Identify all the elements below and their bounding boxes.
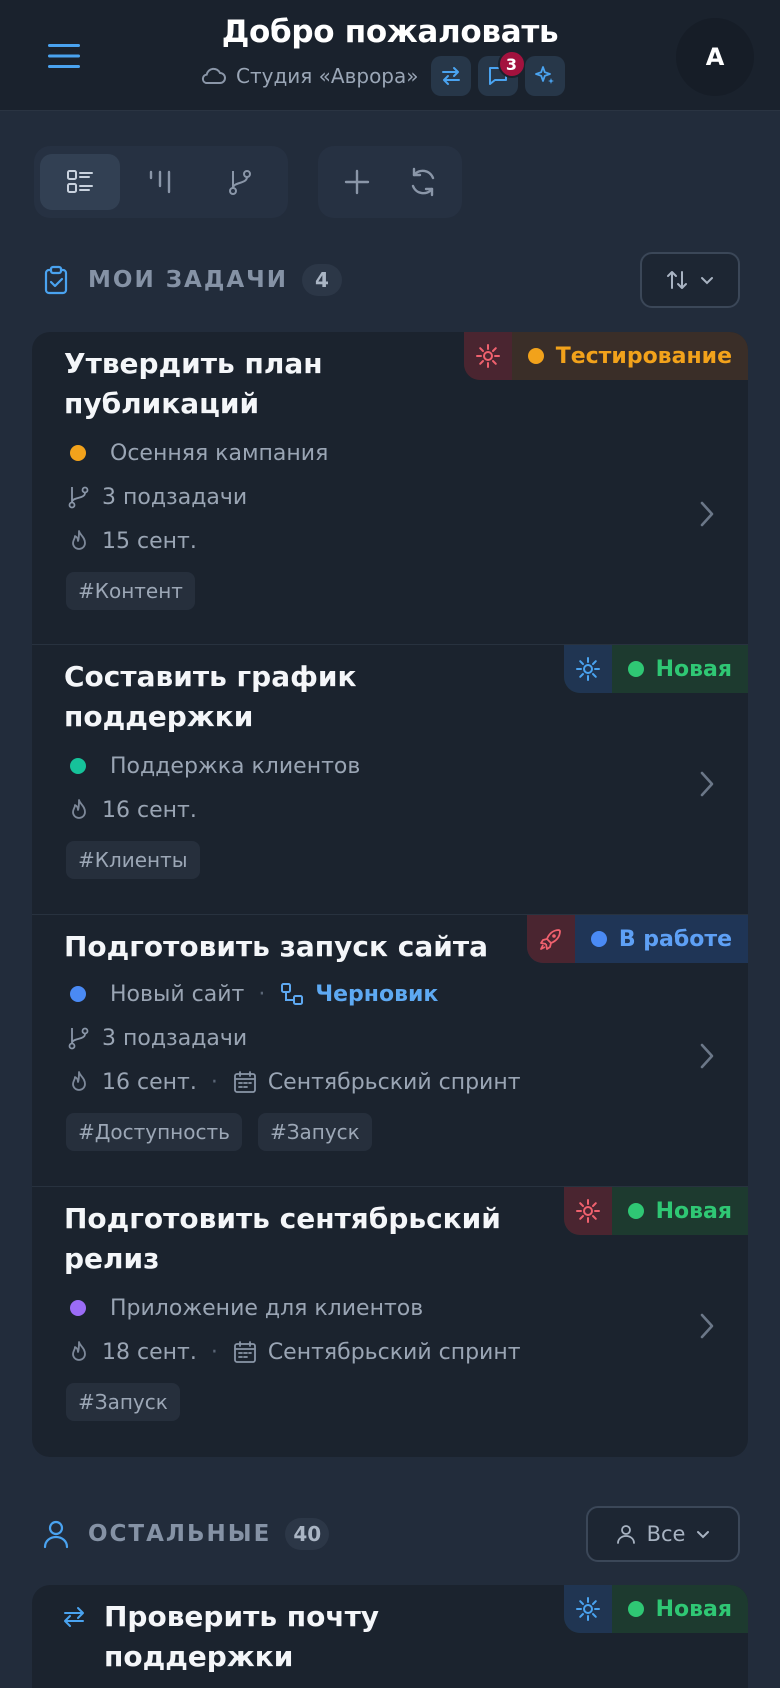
task-tags: #Доступность #Запуск bbox=[66, 1113, 372, 1151]
task-title: Составить график поддержки bbox=[64, 660, 357, 733]
gear-icon bbox=[575, 1597, 600, 1621]
ai-button[interactable] bbox=[524, 56, 565, 96]
list-view-button[interactable] bbox=[40, 154, 120, 210]
clipboard-icon bbox=[44, 265, 68, 295]
section-title: ОСТАЛЬНЫЕ bbox=[88, 1521, 272, 1547]
calendar-icon bbox=[233, 1071, 256, 1093]
task-due: 16 сент. bbox=[66, 795, 197, 825]
sparkle-icon bbox=[534, 66, 554, 84]
sort-button[interactable] bbox=[640, 252, 740, 308]
messages-button[interactable]: 3 bbox=[477, 50, 526, 96]
avatar[interactable]: A bbox=[676, 18, 754, 96]
draft-link[interactable]: Черновик bbox=[315, 982, 438, 1007]
workspace-row: Студия «Аврора» 3 bbox=[198, 50, 572, 96]
tag[interactable]: #Доступность bbox=[66, 1113, 242, 1151]
task-title: Проверить почту поддержки bbox=[104, 1600, 380, 1673]
flame-icon bbox=[72, 1071, 86, 1091]
status-badge[interactable]: В работе bbox=[526, 915, 748, 963]
task-project: Новый сайт · Черновик bbox=[66, 979, 438, 1009]
recurring-icon bbox=[64, 1607, 84, 1627]
task-title: Подготовить запуск сайта bbox=[64, 930, 488, 963]
status-label: Новая bbox=[655, 1198, 732, 1224]
chevron-right-icon[interactable] bbox=[694, 1039, 718, 1073]
task-due: 15 сент. bbox=[66, 526, 197, 556]
user-icon bbox=[43, 1520, 69, 1549]
task-subtasks: 3 подзадачи bbox=[66, 1023, 247, 1053]
branch-icon bbox=[68, 1027, 89, 1050]
user-icon bbox=[616, 1525, 635, 1544]
gear-icon bbox=[475, 344, 500, 368]
add-button[interactable] bbox=[324, 154, 390, 210]
chevron-down-icon bbox=[697, 1531, 710, 1539]
chevron-down-icon bbox=[701, 277, 713, 285]
others-header: ОСТАЛЬНЫЕ 40 bbox=[40, 1504, 330, 1564]
board-view-button[interactable] bbox=[120, 154, 200, 210]
status-label: Новая bbox=[655, 656, 732, 682]
refresh-button[interactable] bbox=[390, 154, 456, 210]
actions-group bbox=[318, 146, 462, 218]
rocket-icon bbox=[539, 929, 561, 950]
chevron-right-icon[interactable] bbox=[694, 767, 718, 801]
task-due: 16 сент. · Сентябрьский спринт bbox=[66, 1067, 521, 1097]
task-tags: #Клиенты bbox=[66, 841, 200, 879]
task-card[interactable]: Тестирование Утвердить план публикаций О… bbox=[32, 332, 748, 645]
chevron-right-icon[interactable] bbox=[694, 497, 718, 531]
flame-icon bbox=[72, 1341, 86, 1361]
task-project: Поддержка клиентов bbox=[66, 751, 360, 781]
chevron-right-icon[interactable] bbox=[694, 1309, 718, 1343]
view-switcher bbox=[34, 146, 288, 218]
swap-icon bbox=[441, 67, 460, 85]
notification-badge: 3 bbox=[497, 50, 526, 78]
task-card[interactable]: Новая Подготовить сентябрьский релиз При… bbox=[32, 1187, 748, 1457]
branch-icon bbox=[68, 486, 89, 509]
tag[interactable]: #Запуск bbox=[257, 1113, 372, 1151]
status-badge[interactable]: Новая bbox=[563, 645, 748, 693]
task-tags: #Запуск bbox=[66, 1383, 180, 1421]
status-label: В работе bbox=[618, 926, 732, 952]
flame-icon bbox=[72, 799, 86, 819]
page-title: Добро пожаловать bbox=[221, 14, 559, 50]
flow-icon bbox=[281, 983, 304, 1005]
status-badge[interactable]: Новая bbox=[563, 1187, 748, 1235]
tag[interactable]: #Клиенты bbox=[66, 841, 200, 879]
sort-icon bbox=[667, 271, 687, 289]
task-project: Приложение для клиентов bbox=[66, 1293, 423, 1323]
task-list: Тестирование Утвердить план публикаций О… bbox=[32, 332, 748, 1457]
task-project: Осенняя кампания bbox=[66, 438, 328, 468]
task-card[interactable]: Новая Составить график поддержки Поддерж… bbox=[32, 645, 748, 915]
switch-button[interactable] bbox=[430, 56, 471, 96]
task-subtasks: 3 подзадачи bbox=[66, 482, 247, 512]
task-due: 18 сент. · Сентябрьский спринт bbox=[66, 1337, 521, 1367]
task-count: 4 bbox=[301, 264, 342, 296]
workspace-name[interactable]: Студия «Аврора» bbox=[236, 64, 419, 88]
tag[interactable]: #Контент bbox=[66, 572, 195, 610]
cloud-icon bbox=[201, 67, 226, 84]
gear-icon bbox=[575, 1199, 600, 1223]
task-card[interactable]: В работе Подготовить запуск сайта Новый … bbox=[32, 915, 748, 1187]
status-badge[interactable]: Новая bbox=[563, 1585, 748, 1633]
tag[interactable]: #Запуск bbox=[66, 1383, 180, 1421]
refresh-icon bbox=[411, 167, 435, 197]
filter-label: Все bbox=[646, 1522, 686, 1546]
task-card[interactable]: Новая Проверить почту поддержки bbox=[32, 1585, 748, 1688]
add-icon bbox=[344, 169, 370, 195]
task-tags: #Контент bbox=[66, 572, 195, 610]
task-title: Подготовить сентябрьский релиз bbox=[64, 1202, 501, 1275]
status-label: Тестирование bbox=[555, 343, 732, 369]
calendar-icon bbox=[233, 1341, 256, 1363]
list-view-icon bbox=[67, 170, 93, 193]
section-title: МОИ ЗАДАЧИ bbox=[88, 267, 288, 293]
app-header: Добро пожаловать Студия «Аврора» 3 A bbox=[0, 0, 780, 111]
assignee-filter[interactable]: Все bbox=[586, 1506, 740, 1562]
task-count: 40 bbox=[285, 1518, 330, 1550]
branch-view-button[interactable] bbox=[200, 154, 280, 210]
flame-icon bbox=[72, 530, 86, 550]
my-tasks-header: МОИ ЗАДАЧИ 4 bbox=[40, 250, 342, 310]
gear-icon bbox=[575, 657, 600, 681]
status-badge[interactable]: Тестирование bbox=[463, 332, 748, 380]
status-label: Новая bbox=[655, 1596, 732, 1622]
branch-view-icon bbox=[229, 170, 251, 195]
task-title: Утвердить план публикаций bbox=[64, 347, 323, 420]
board-view-icon bbox=[149, 170, 171, 194]
